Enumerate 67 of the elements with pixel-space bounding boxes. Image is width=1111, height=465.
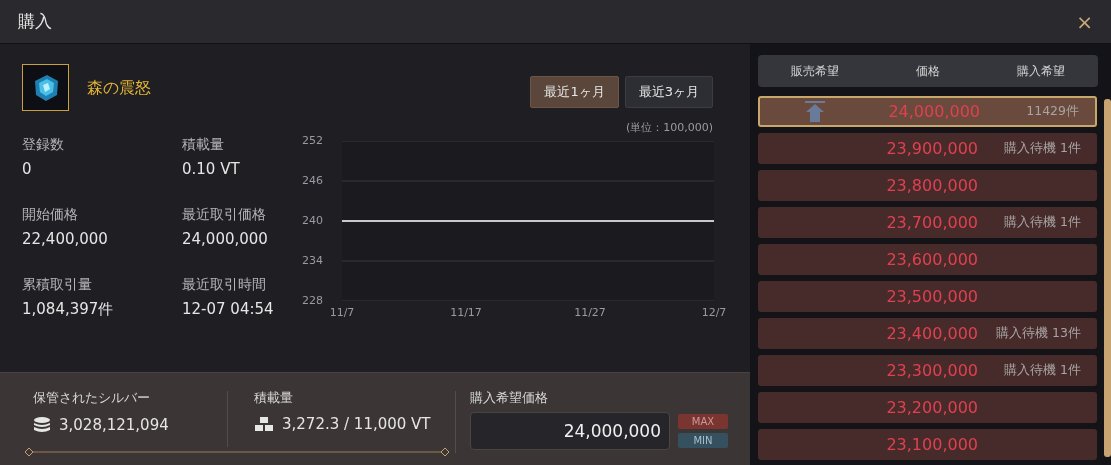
axis-label: 234: [302, 254, 323, 266]
order-row[interactable]: 23,900,000 購入待機 1件: [758, 133, 1097, 164]
item-icon: [22, 64, 69, 111]
price-input[interactable]: 24,000,000: [470, 412, 670, 450]
order-row[interactable]: 23,700,000 購入待機 1件: [758, 207, 1097, 238]
stat-value: 22,400,000: [22, 232, 109, 247]
price-cell-text: 23,400,000: [885, 322, 978, 345]
axis-label: 11/17: [450, 306, 482, 318]
balance-label: 保管されたシルバー: [33, 391, 151, 404]
scrollbar[interactable]: [1104, 99, 1111, 457]
price-cell-text: 24,000,000: [887, 100, 980, 123]
axis-label: 228: [302, 294, 323, 306]
order-row[interactable]: 23,400,000 購入待機 13件: [758, 318, 1097, 349]
window-title: 購入: [18, 9, 52, 33]
column-header: 販売希望: [789, 63, 840, 80]
min-button[interactable]: MIN: [678, 433, 728, 448]
order-row[interactable]: 23,300,000 購入待機 1件: [758, 355, 1097, 386]
max-button[interactable]: MAX: [678, 414, 728, 429]
column-header: 購入希望: [1016, 63, 1067, 80]
orders-cell-text: 購入待機 1件: [1003, 361, 1082, 380]
period-tab[interactable]: 最近1ヶ月: [530, 76, 619, 108]
unit-label: (単位：100,000): [625, 120, 713, 136]
stat-value: 24,000,000: [182, 232, 269, 247]
weight-label: 積載量: [254, 391, 294, 404]
column-header: 価格: [915, 63, 941, 80]
orders-cell-text: 購入待機 1件: [1003, 139, 1082, 158]
stat-value: 1,084,397件: [22, 302, 115, 317]
stat-label: 最近取引価格: [182, 207, 267, 221]
period-tab[interactable]: 最近3ヶ月: [624, 76, 713, 108]
stat-label: 最近取引時間: [182, 277, 267, 291]
item-name: 森の震怒: [87, 76, 151, 99]
price-cell-text: 23,100,000: [885, 433, 978, 456]
price-cell-text: 23,700,000: [885, 211, 978, 234]
order-row[interactable]: 23,600,000: [758, 244, 1097, 275]
price-cell-text: 23,500,000: [885, 285, 978, 308]
stat-label: 積載量: [182, 137, 225, 151]
price-cell-text: 23,200,000: [885, 396, 978, 419]
order-row[interactable]: 23,200,000: [758, 392, 1097, 423]
price-cell-text: 23,900,000: [885, 137, 978, 160]
orders-cell-text: 購入待機 13件: [995, 324, 1082, 343]
axis-label: 246: [302, 174, 323, 186]
price-cell-text: 23,800,000: [885, 174, 978, 197]
price-cell-text: 23,300,000: [885, 359, 978, 382]
stat-label: 登録数: [22, 137, 65, 151]
axis-label: 252: [302, 134, 323, 146]
orders-cell-text: 11429件: [1025, 102, 1080, 121]
axis-label: 11/27: [574, 306, 606, 318]
price-cell-text: 23,600,000: [885, 248, 978, 271]
axis-label: 12/7: [701, 306, 727, 318]
orders-cell-text: 購入待機 1件: [1003, 213, 1082, 232]
stat-label: 開始価格: [22, 207, 79, 221]
weight-value: 3,272.3 / 11,000 VT: [282, 416, 431, 432]
stat-value: 0.10 VT: [182, 162, 241, 177]
axis-label: 11/7: [329, 306, 355, 318]
close-button[interactable]: ×: [1076, 11, 1093, 32]
price-label: 購入希望価格: [470, 391, 549, 404]
order-row[interactable]: 23,800,000: [758, 170, 1097, 201]
order-row[interactable]: 23,100,000: [758, 429, 1097, 460]
order-row[interactable]: 23,500,000: [758, 281, 1097, 312]
stat-value: 0: [22, 162, 33, 177]
stat-label: 累積取引量: [22, 277, 93, 291]
balance-value: 3,028,121,094: [59, 417, 169, 433]
order-row[interactable]: 24,000,000 11429件: [758, 96, 1097, 127]
stat-value: 12-07 04:54: [182, 302, 275, 317]
coins-icon: [33, 416, 51, 434]
boxes-icon: [254, 416, 274, 432]
axis-label: 240: [302, 214, 323, 226]
